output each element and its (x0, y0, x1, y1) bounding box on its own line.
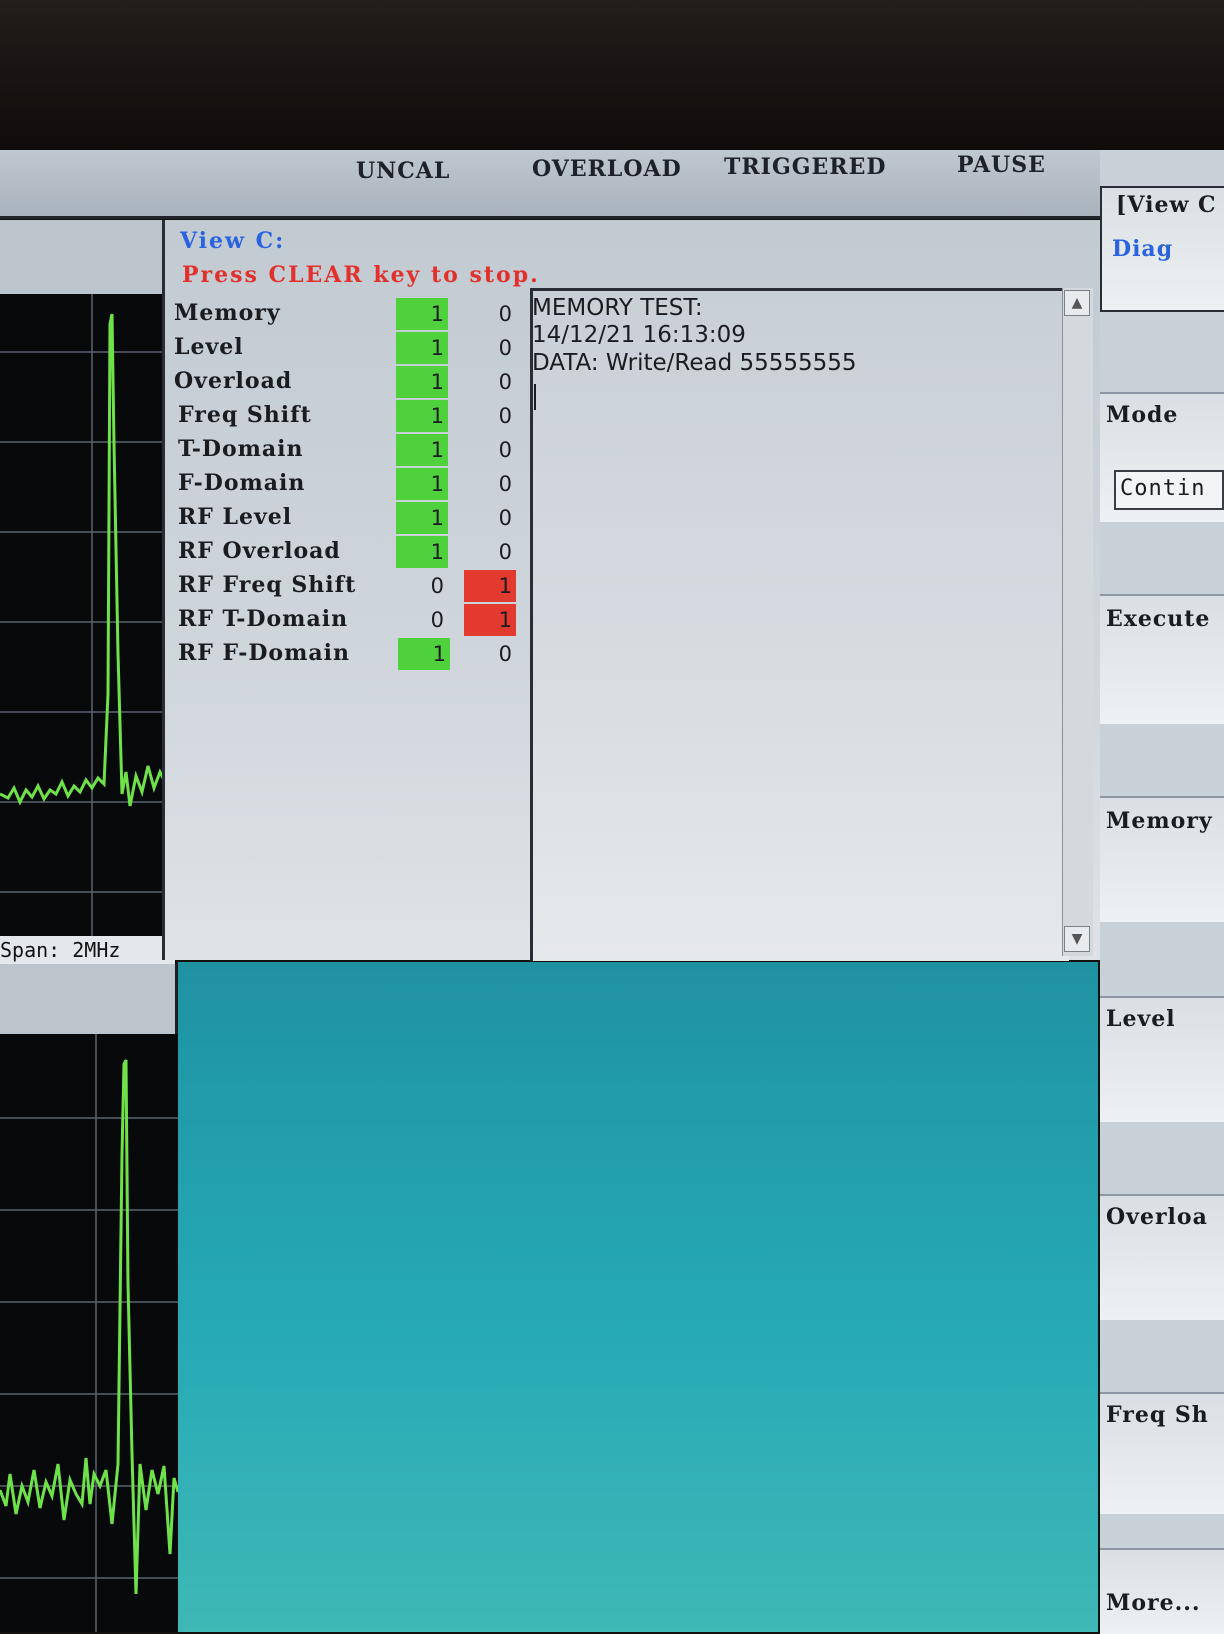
pass-count: 0 (430, 608, 444, 632)
test-name: RF Overload (178, 538, 341, 564)
softkey-more-label: More... (1106, 1590, 1201, 1616)
view-label: View C: (180, 228, 286, 254)
monitor-bezel (0, 0, 1224, 150)
clear-hint: Press CLEAR key to stop. (182, 262, 540, 288)
fail-count: 0 (498, 506, 512, 530)
trace-a-display (0, 294, 181, 936)
overload-indicator: OVERLOAD (532, 156, 682, 182)
test-name: RF F-Domain (178, 640, 350, 666)
softkey-execute-label: Execute (1106, 606, 1211, 632)
softkey-view-label: [View C (1116, 192, 1217, 218)
uncal-indicator: UNCAL (356, 158, 451, 184)
log-line: 14/12/21 16:13:09 (532, 322, 746, 348)
scroll-down-icon[interactable]: ▼ (1064, 926, 1090, 952)
softkey-mode-label: Mode (1106, 402, 1179, 428)
fail-count: 1 (464, 570, 516, 602)
fail-count: 0 (498, 642, 512, 666)
softkey-freq-shift-label: Freq Sh (1106, 1402, 1209, 1428)
fail-count: 0 (498, 336, 512, 360)
test-name: T-Domain (178, 436, 304, 462)
mode-select-value: Contin (1120, 476, 1206, 501)
trace-b-header (0, 964, 178, 1034)
test-name: RF Level (178, 504, 293, 530)
test-name: RF T-Domain (178, 606, 349, 632)
pass-count: 1 (396, 298, 448, 330)
log-line: MEMORY TEST: (532, 295, 703, 321)
triggered-indicator: TRIGGERED (724, 154, 887, 180)
trace-b-display (0, 1034, 181, 1632)
test-name: F-Domain (178, 470, 306, 496)
softkey-level-label: Level (1106, 1006, 1176, 1032)
pass-count: 1 (396, 332, 448, 364)
softkey-memory-label: Memory (1106, 808, 1213, 834)
text-caret (534, 384, 536, 410)
test-name: Memory (174, 300, 281, 326)
fail-count: 0 (498, 472, 512, 496)
span-label: Span: 2MHz (0, 936, 175, 964)
pass-count: 1 (396, 536, 448, 568)
log-line: DATA: Write/Read 55555555 (532, 350, 857, 376)
pass-count: 1 (396, 468, 448, 500)
pass-count: 1 (396, 400, 448, 432)
fail-count: 0 (498, 404, 512, 428)
test-name: RF Freq Shift (178, 572, 357, 598)
pass-count: 1 (396, 366, 448, 398)
test-name: Level (174, 334, 244, 360)
softkey-diag-label: Diag (1112, 236, 1174, 262)
test-name: Freq Shift (178, 402, 312, 428)
log-output (530, 288, 1069, 961)
softkey-overload-label: Overloa (1106, 1204, 1208, 1230)
fail-count: 0 (498, 370, 512, 394)
trace-a-header (0, 220, 178, 294)
test-name: Overload (174, 368, 293, 394)
fail-count: 1 (464, 604, 516, 636)
pause-indicator: PAUSE (957, 152, 1046, 178)
log-scrollbar[interactable] (1062, 288, 1093, 956)
display-area (178, 962, 1098, 1632)
fail-count: 0 (498, 540, 512, 564)
pass-count: 0 (430, 574, 444, 598)
pass-count: 1 (396, 434, 448, 466)
pass-count: 1 (396, 502, 448, 534)
fail-count: 0 (498, 302, 512, 326)
pass-count: 1 (398, 638, 450, 670)
fail-count: 0 (498, 438, 512, 462)
scroll-up-icon[interactable]: ▲ (1064, 290, 1090, 316)
